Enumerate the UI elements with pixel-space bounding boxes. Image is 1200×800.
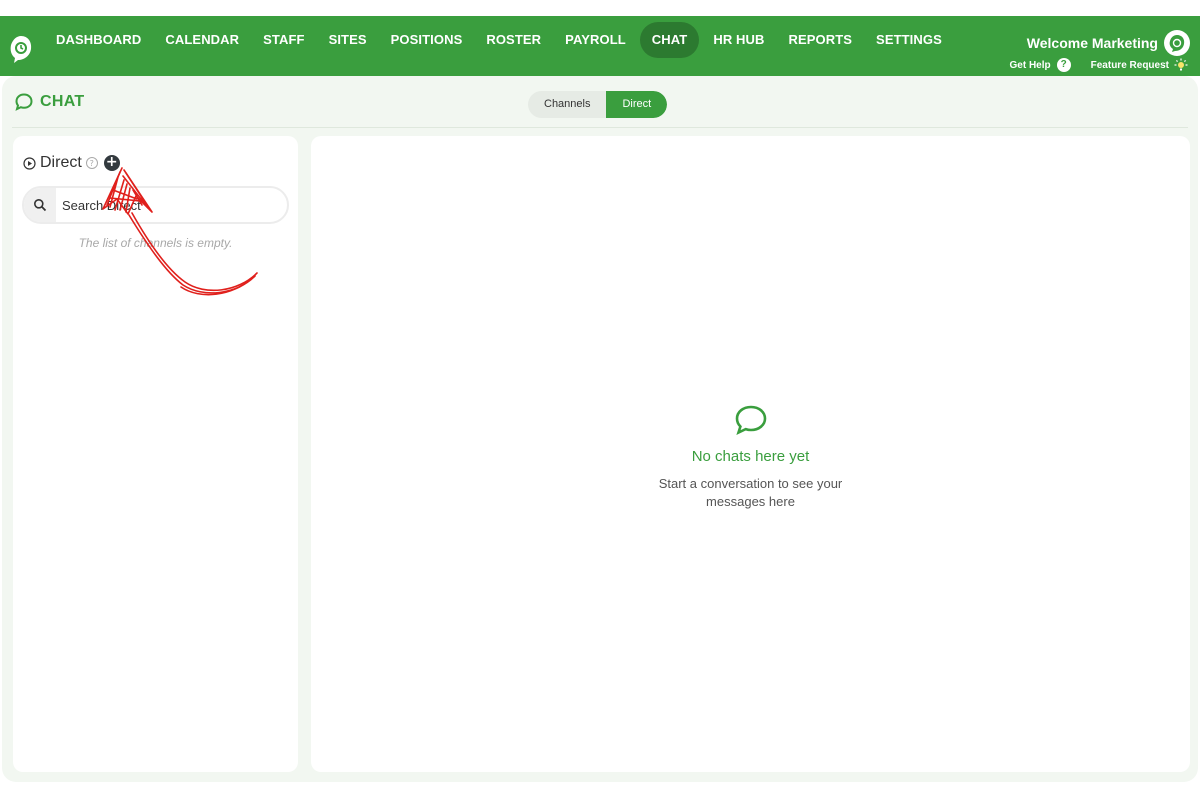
search-input[interactable] xyxy=(62,194,272,216)
empty-state-subtitle: Start a conversation to see your message… xyxy=(658,476,843,509)
user-avatar-icon[interactable] xyxy=(1164,30,1190,56)
direct-list-panel: Direct ? + The list of channels is empty… xyxy=(13,136,298,772)
lightbulb-icon xyxy=(1174,58,1188,72)
help-icon: ? xyxy=(1056,58,1071,72)
conversation-panel: No chats here yet Start a conversation t… xyxy=(311,136,1190,772)
main-menu: DASHBOARD CALENDAR STAFF SITES POSITIONS ROST… xyxy=(44,22,954,58)
plus-icon[interactable]: + xyxy=(103,155,120,171)
feature-request-label: Feature Request xyxy=(1090,59,1169,71)
search-box xyxy=(22,186,289,224)
user-menu[interactable]: Welcome Marketing xyxy=(1027,30,1190,56)
nav-item-hr-hub[interactable]: HR HUB xyxy=(701,22,776,58)
get-help-label: Get Help xyxy=(1009,59,1051,71)
tab-channels[interactable]: Channels xyxy=(528,91,606,118)
get-help-link[interactable]: Get Help ? xyxy=(1010,58,1071,72)
empty-list-text: The list of channels is empty. xyxy=(78,236,233,250)
empty-state-title: No chats here yet xyxy=(691,448,810,465)
tab-direct[interactable]: Direct xyxy=(606,91,668,118)
nav-item-settings[interactable]: SETTINGS xyxy=(864,22,954,58)
direct-title: Direct xyxy=(40,154,82,171)
chat-bubble-icon xyxy=(734,404,768,440)
nav-item-sites[interactable]: SITES xyxy=(317,22,379,58)
chat-type-toggle: Channels Direct xyxy=(528,91,668,118)
chat-bubble-icon xyxy=(14,92,34,112)
direct-header: Direct ? + xyxy=(23,154,120,172)
nav-item-payroll[interactable]: PAYROLL xyxy=(553,22,638,58)
top-navbar: DASHBOARD CALENDAR STAFF SITES POSITIONS ROST… xyxy=(0,16,1200,76)
welcome-text: Welcome Marketing xyxy=(1026,35,1158,51)
nav-item-positions[interactable]: POSITIONS xyxy=(379,22,475,58)
logo-icon[interactable] xyxy=(8,34,34,64)
search-icon xyxy=(24,188,56,222)
page-title: CHAT xyxy=(14,92,84,112)
nav-item-staff[interactable]: STAFF xyxy=(251,22,316,58)
nav-item-reports[interactable]: REPORTS xyxy=(777,22,865,58)
chat-page: CHAT Channels Direct Direct ? + Search D… xyxy=(2,76,1198,782)
title-divider xyxy=(12,127,1188,128)
empty-state: No chats here yet Start a conversation t… xyxy=(311,404,1190,511)
help-icon[interactable]: ? xyxy=(85,157,98,169)
play-circle-icon[interactable] xyxy=(23,156,36,170)
feature-request-link[interactable]: Feature Request xyxy=(1091,58,1188,72)
nav-item-roster[interactable]: ROSTER xyxy=(474,22,553,58)
nav-item-dashboard[interactable]: DASHBOARD xyxy=(44,22,153,58)
nav-item-calendar[interactable]: CALENDAR xyxy=(153,22,251,58)
nav-item-chat[interactable]: CHAT xyxy=(639,22,700,58)
page-title-text: CHAT xyxy=(40,93,85,110)
help-links: Get Help ? Feature Request xyxy=(990,58,1188,72)
